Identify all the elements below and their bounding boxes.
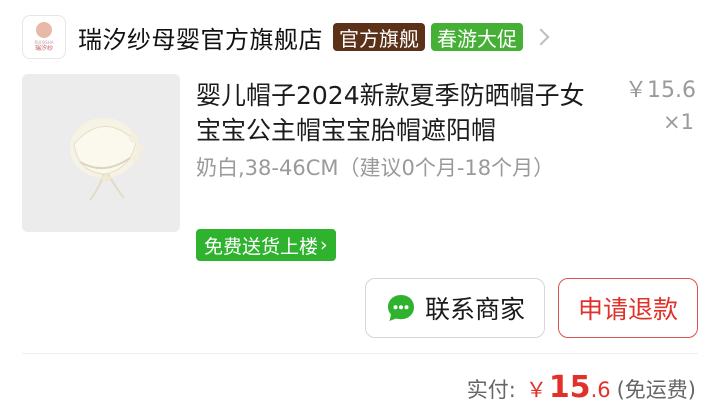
item-quantity: ×1 — [663, 110, 694, 134]
shop-logo: RUIXISHA 瑞汐纱 — [22, 15, 66, 59]
total-currency: ￥ — [525, 378, 547, 402]
payment-total: 实付: ￥ 15 .6 (免运费) — [467, 370, 696, 410]
shop-name[interactable]: 瑞汐纱母婴官方旗舰店 — [78, 20, 323, 55]
shop-header[interactable]: RUIXISHA 瑞汐纱 瑞汐纱母婴官方旗舰店 官方旗舰 春游大促 — [22, 14, 551, 60]
promo-badge: 春游大促 — [431, 23, 523, 51]
official-store-badge: 官方旗舰 — [333, 23, 425, 51]
shipping-note: (免运费) — [616, 378, 696, 402]
order-card: RUIXISHA 瑞汐纱 瑞汐纱母婴官方旗舰店 官方旗舰 春游大促 婴儿帽子20… — [0, 0, 720, 419]
chat-bubble-icon — [385, 292, 417, 324]
item-price: ￥15.6 — [625, 78, 696, 103]
product-image[interactable] — [22, 74, 180, 232]
product-sku: 奶白,38-46CM（建议0个月-18个月） — [196, 156, 555, 180]
logo-mark — [36, 22, 52, 38]
product-title[interactable]: 婴儿帽子2024新款夏季防晒帽子女宝宝公主帽宝宝胎帽遮阳帽 — [196, 78, 596, 148]
total-amount-integer: 15 — [548, 370, 591, 405]
contact-seller-label: 联系商家 — [424, 295, 525, 324]
total-amount-decimal: .6 — [590, 378, 611, 402]
chevron-right-icon[interactable] — [533, 22, 551, 52]
request-refund-label: 申请退款 — [577, 295, 678, 324]
total-label: 实付: — [466, 378, 516, 402]
chevron-right-icon: › — [320, 234, 328, 256]
contact-seller-button[interactable]: 联系商家 — [365, 278, 545, 338]
logo-text: 瑞汐纱 — [34, 45, 53, 52]
divider — [22, 353, 698, 354]
delivery-tag-label: 免费送货上楼 — [204, 235, 319, 258]
delivery-service-tag[interactable]: 免费送货上楼 › — [196, 229, 336, 261]
request-refund-button[interactable]: 申请退款 — [558, 278, 698, 338]
